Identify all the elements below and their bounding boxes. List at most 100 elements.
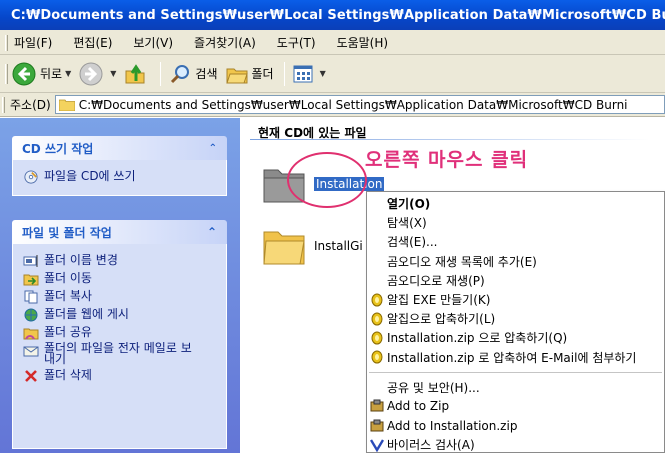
menu-tools[interactable]: 도구(T) (277, 34, 316, 51)
menu-favorites[interactable]: 즐겨찾기(A) (194, 34, 256, 51)
antivirus-icon (370, 439, 384, 452)
ctx-gomaudio-add-playlist[interactable]: 곰오디오 재생 목록에 추가(E) (367, 252, 664, 271)
title-bar: C:₩Documents and Settings₩user₩Local Set… (0, 0, 665, 30)
menu-grip (5, 35, 8, 51)
folders-label: 폴더 (251, 67, 274, 81)
annotation-circle (287, 152, 367, 208)
toolbar-separator (283, 61, 285, 86)
ctx-explore-label: 탐색(X) (387, 216, 427, 231)
file-folder-tasks-header[interactable]: 파일 및 폴더 작업 ⌃ (12, 220, 227, 244)
alzip-icon (371, 331, 383, 345)
delete-folder-label: 폴더 삭제 (44, 368, 92, 382)
cd-tasks-panel: CD 쓰기 작업 ⌃ 파일을 CD에 쓰기 (12, 136, 227, 196)
view-dropdown-icon[interactable]: ▼ (320, 69, 326, 78)
ctx-compress-email-label: Installation.zip 로 압축하여 E-Mail에 첨부하기 (387, 350, 637, 365)
menu-view[interactable]: 보기(V) (133, 34, 173, 51)
ctx-open[interactable]: 열기(O) (367, 194, 664, 213)
cd-tasks-body: 파일을 CD에 쓰기 (12, 160, 227, 196)
forward-button[interactable]: ▼ (79, 62, 116, 86)
back-dropdown-icon[interactable]: ▼ (65, 69, 71, 78)
collapse-chevron-icon[interactable]: ⌃ (209, 143, 217, 154)
ctx-alzip-exe-label: 알집 EXE 만들기(K) (387, 293, 491, 308)
ctx-explore[interactable]: 탐색(X) (367, 213, 664, 232)
cd-write-icon (24, 170, 38, 184)
ctx-virus-scan[interactable]: 바이러스 검사(A) (367, 435, 664, 453)
menu-edit[interactable]: 편집(E) (73, 34, 112, 51)
ctx-virus-scan-label: 바이러스 검사(A) (387, 438, 475, 453)
annotation-text: 오른쪽 마우스 클릭 (365, 149, 529, 171)
back-label: 뒤로 (40, 67, 63, 81)
move-folder-task[interactable]: 폴더 이동 (23, 271, 226, 286)
search-icon (171, 64, 190, 83)
ctx-search[interactable]: 검색(E)... (367, 232, 664, 251)
up-folder-button[interactable] (124, 63, 150, 85)
rename-icon (23, 255, 38, 267)
toolbar-separator (160, 61, 162, 86)
ctx-separator (369, 371, 662, 373)
write-files-to-cd-task[interactable]: 파일을 CD에 쓰기 (23, 169, 226, 184)
address-label: 주소(D) (10, 98, 51, 112)
winzip-icon (370, 419, 384, 432)
file-folder-tasks-body: 폴더 이름 변경 폴더 이동 폴더 복사 폴더를 웹에 게시 폴더 공유 폴더의… (12, 244, 227, 449)
toolbar-grip (5, 64, 8, 84)
back-arrow-icon (12, 62, 36, 85)
delete-folder-task[interactable]: 폴더 삭제 (23, 368, 226, 383)
email-folder-files-label: 폴더의 파일을 전자 메일로 보내기 (44, 341, 192, 366)
ctx-alzip-compress[interactable]: 알집으로 압축하기(L) (367, 309, 664, 328)
publish-folder-web-task[interactable]: 폴더를 웹에 게시 (23, 307, 226, 322)
file-name-installgi: InstallGi (314, 239, 363, 253)
rename-folder-task[interactable]: 폴더 이름 변경 (23, 253, 226, 268)
folders-icon (225, 68, 248, 83)
forward-dropdown-icon[interactable]: ▼ (110, 69, 116, 78)
view-grid-icon (293, 65, 313, 82)
window-title: C:₩Documents and Settings₩user₩Local Set… (11, 7, 665, 23)
ctx-compress-to-zip[interactable]: Installation.zip 으로 압축하기(Q) (367, 328, 664, 347)
share-folder-icon (23, 328, 39, 340)
cd-tasks-header[interactable]: CD 쓰기 작업 ⌃ (12, 136, 227, 160)
cd-tasks-title: CD 쓰기 작업 (22, 141, 94, 156)
ctx-gomaudio-play-label: 곰오디오로 재생(P) (387, 273, 485, 288)
file-folder-tasks-panel: 파일 및 폴더 작업 ⌃ 폴더 이름 변경 폴더 이동 폴더 복사 폴더를 웹에… (12, 220, 227, 449)
folders-button[interactable]: 폴더 (225, 64, 274, 84)
toolbar: 뒤로 ▼ ▼ 검색 폴더 ▼ (0, 55, 665, 93)
alzip-icon (371, 293, 383, 307)
ctx-add-to-zip[interactable]: Add to Zip (367, 397, 664, 416)
collapse-chevron-icon[interactable]: ⌃ (207, 225, 217, 239)
address-grip (2, 97, 5, 113)
file-item-installgi[interactable]: InstallGi (262, 226, 363, 266)
address-input[interactable]: C:₩Documents and Settings₩user₩Local Set… (54, 95, 665, 114)
ctx-add-to-installation-zip[interactable]: Add to Installation.zip (367, 416, 664, 435)
view-button[interactable]: ▼ (293, 65, 326, 83)
copy-folder-task[interactable]: 폴더 복사 (23, 289, 226, 304)
ctx-compress-to-zip-label: Installation.zip 으로 압축하기(Q) (387, 331, 568, 346)
email-folder-files-task[interactable]: 폴더의 파일을 전자 메일로 보내기 (23, 341, 226, 366)
back-button[interactable]: 뒤로 ▼ (12, 62, 71, 86)
folder-icon (263, 231, 305, 265)
ctx-sharing-security[interactable]: 공유 및 보안(H)... (367, 378, 664, 397)
publish-folder-web-label: 폴더를 웹에 게시 (44, 307, 129, 321)
search-button[interactable]: 검색 (169, 63, 218, 85)
ctx-compress-email[interactable]: Installation.zip 로 압축하여 E-Mail에 첨부하기 (367, 348, 664, 367)
share-folder-task[interactable]: 폴더 공유 (23, 325, 226, 340)
move-folder-icon (23, 274, 39, 286)
ctx-open-label: 열기(O) (387, 197, 431, 212)
search-label: 검색 (195, 67, 218, 81)
ctx-alzip-exe[interactable]: 알집 EXE 만들기(K) (367, 290, 664, 309)
ctx-sharing-security-label: 공유 및 보안(H)... (387, 380, 480, 395)
write-files-to-cd-label: 파일을 CD에 쓰기 (44, 169, 136, 183)
menu-file[interactable]: 파일(F) (14, 34, 52, 51)
delete-x-icon (25, 370, 37, 382)
copy-icon (24, 290, 38, 304)
menu-bar: 파일(F) 편집(E) 보기(V) 즐겨찾기(A) 도구(T) 도움말(H) (0, 30, 665, 55)
menu-help[interactable]: 도움말(H) (337, 34, 389, 51)
email-icon (23, 346, 39, 357)
ctx-alzip-compress-label: 알집으로 압축하기(L) (387, 312, 496, 327)
task-pane: CD 쓰기 작업 ⌃ 파일을 CD에 쓰기 파일 및 폴더 작업 ⌃ 폴더 이름… (0, 118, 240, 453)
ctx-add-to-zip-label: Add to Zip (387, 399, 450, 414)
ctx-search-label: 검색(E)... (387, 235, 438, 250)
alzip-icon (371, 312, 383, 326)
alzip-icon (371, 350, 383, 364)
move-folder-label: 폴더 이동 (44, 271, 92, 285)
globe-icon (24, 308, 38, 322)
ctx-gomaudio-play[interactable]: 곰오디오로 재생(P) (367, 271, 664, 290)
